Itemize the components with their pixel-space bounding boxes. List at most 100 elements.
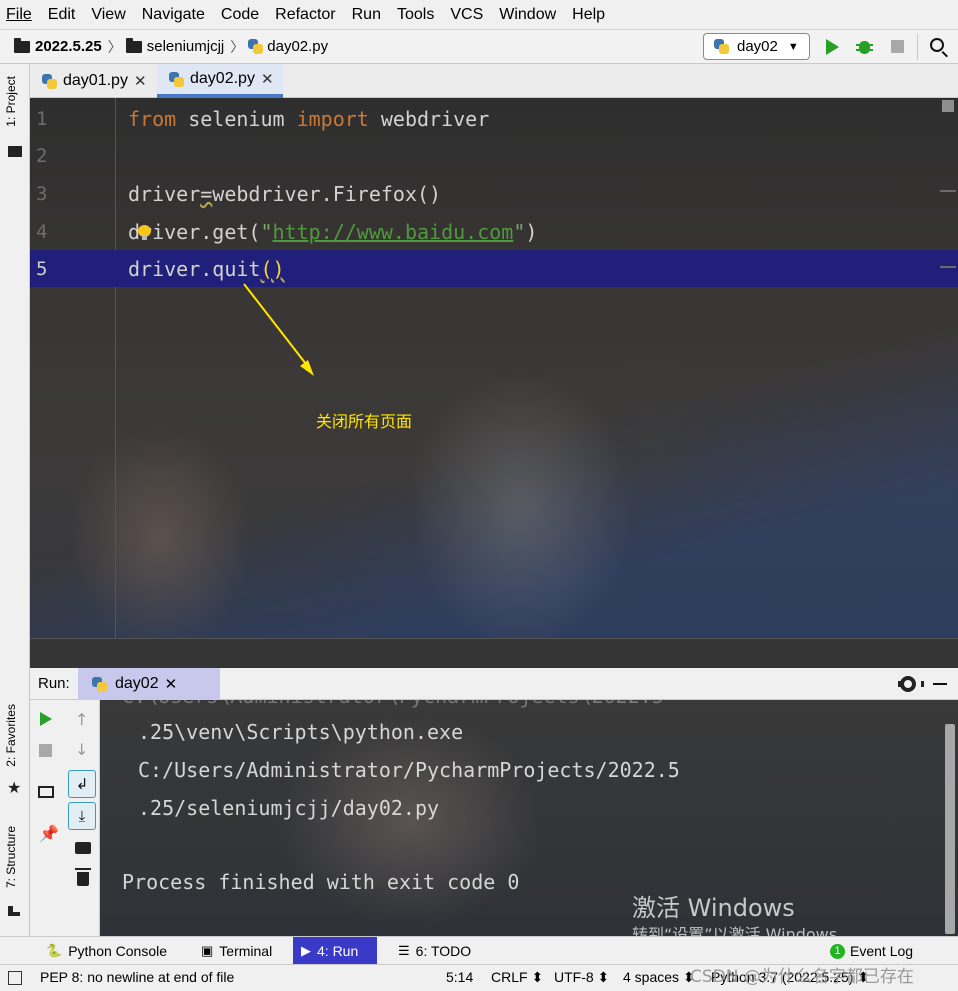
menu-view[interactable]: View [89, 6, 127, 24]
arrow-down-icon[interactable]: ↓ [75, 740, 88, 759]
status-message[interactable]: PEP 8: no newline at end of file [40, 969, 234, 985]
status-caret-position[interactable]: 5:14 [446, 969, 473, 985]
status-line-separator[interactable]: CRLF ⬍ [491, 969, 543, 986]
menu-window[interactable]: Window [497, 6, 558, 24]
minimize-icon[interactable] [933, 683, 947, 685]
toggle-tool-windows-icon[interactable] [8, 971, 22, 985]
tool-tab-structure-label: 7: Structure [4, 826, 18, 889]
terminal-icon: ▣ [201, 943, 214, 958]
tool-tab-label: Event Log [850, 943, 914, 959]
close-icon[interactable]: ✕ [134, 72, 147, 90]
navigation-bar: 2022.5.25 〉 seleniumjcjj 〉 day02.py day0… [0, 30, 958, 64]
menu-bar: File Edit View Navigate Code Refactor Ru… [0, 0, 958, 30]
tool-tab-project[interactable]: 1: Project [4, 76, 18, 127]
gear-icon[interactable] [898, 676, 924, 692]
menu-edit[interactable]: Edit [46, 6, 78, 24]
tool-tab-label: 4: Run [317, 943, 359, 959]
tool-tab-structure[interactable]: 7: Structure [4, 826, 18, 888]
output-line: .25\venv\Scripts\python.exe [138, 720, 464, 744]
editor-tab-label: day02.py [190, 70, 255, 87]
toolbar-divider [917, 34, 918, 60]
breadcrumb: 2022.5.25 〉 seleniumjcjj 〉 day02.py [14, 37, 328, 57]
stop-icon[interactable] [39, 744, 52, 757]
event-count-badge: 1 [830, 943, 845, 959]
stop-icon[interactable] [891, 40, 904, 53]
panel-splitter[interactable] [30, 638, 958, 668]
tool-tab-project-label: 1: Project [4, 76, 18, 127]
breadcrumb-folder[interactable]: seleniumjcjj [147, 38, 225, 55]
menu-file[interactable]: File [4, 6, 34, 24]
output-exit-line: Process finished with exit code 0 [122, 870, 520, 894]
editor-tab-bar: day01.py ✕ day02.py ✕ [30, 64, 958, 98]
run-tab-label: day02 [115, 675, 159, 692]
run-output-panel[interactable]: ↑ ↓ ↲ ⤓ 📌 C:\Users\Administrator\Pycharm… [30, 700, 958, 936]
output-scrollbar[interactable] [945, 724, 955, 934]
python-file-icon [169, 71, 184, 87]
menu-run[interactable]: Run [350, 6, 383, 24]
run-icon: ▶ [301, 943, 311, 958]
output-line: C:\Users\Administrator\PycharmProjects\2… [122, 700, 664, 708]
run-panel-label: Run: [38, 675, 70, 692]
menu-code[interactable]: Code [219, 6, 261, 24]
folder-icon [8, 146, 22, 157]
close-icon[interactable]: ✕ [261, 70, 274, 88]
debug-bug-body [859, 41, 870, 54]
menu-vcs[interactable]: VCS [448, 6, 485, 24]
status-indent[interactable]: 4 spaces ⬍ [623, 969, 695, 986]
annotation-text: 关闭所有页面 [316, 412, 413, 431]
menu-navigate[interactable]: Navigate [140, 6, 207, 24]
csdn-watermark: CSDN @为什么名字都已存在 [690, 967, 914, 987]
run-panel-header: Run: day02 ✕ [30, 668, 958, 700]
arrow-head [300, 360, 314, 376]
tool-tab-favorites-label: 2: Favorites [4, 704, 18, 767]
arrow-up-icon[interactable]: ↑ [75, 710, 88, 729]
menu-file-label: File [6, 5, 32, 23]
editor-tab-day01[interactable]: day01.py ✕ [30, 64, 155, 98]
debug-bug-leg [856, 49, 873, 51]
tool-tab-run[interactable]: ▶ 4: Run [293, 937, 377, 965]
bottom-tool-strip: 🐍 Python Console ▣ Terminal ▶ 4: Run ☰ 6… [0, 936, 958, 965]
tool-tab-favorites[interactable]: 2: Favorites [4, 704, 18, 767]
python-file-icon [248, 39, 264, 54]
tool-tab-event-log[interactable]: 1 Event Log [822, 937, 921, 965]
python-file-icon [42, 73, 57, 89]
run-toolbar: ↑ ↓ ↲ ⤓ 📌 [30, 700, 100, 936]
breadcrumb-file[interactable]: day02.py [267, 38, 328, 55]
editor-tab-label: day01.py [63, 72, 128, 89]
run-tab-day02[interactable]: day02 ✕ [78, 668, 220, 700]
editor-tab-day02[interactable]: day02.py ✕ [157, 64, 283, 98]
tool-tab-terminal[interactable]: ▣ Terminal [193, 937, 280, 965]
search-icon[interactable] [930, 38, 944, 52]
tool-tab-label: Python Console [68, 943, 168, 959]
tool-tab-label: 6: TODO [415, 943, 472, 959]
menu-refactor[interactable]: Refactor [273, 6, 337, 24]
close-icon[interactable]: ✕ [165, 675, 178, 693]
annotation-arrow [243, 283, 314, 376]
breadcrumb-project[interactable]: 2022.5.25 [35, 38, 102, 55]
status-encoding[interactable]: UTF-8 ⬍ [554, 969, 609, 986]
output-line: .25/seleniumjcjj/day02.py [138, 796, 440, 820]
chevron-right-icon: 〉 [107, 38, 122, 55]
python-console-icon: 🐍 [46, 943, 63, 958]
trash-icon[interactable] [75, 868, 91, 886]
pin-icon[interactable]: 📌 [39, 824, 59, 843]
output-line: C:/Users/Administrator/PycharmProjects/2… [138, 758, 680, 782]
star-icon: ★ [7, 778, 22, 797]
code-editor[interactable]: 1 from selenium import webdriver 2 3 dri… [30, 98, 958, 638]
layout-icon[interactable] [38, 786, 54, 798]
print-icon[interactable] [75, 842, 91, 854]
soft-wrap-icon[interactable]: ↲ [68, 770, 96, 798]
run-configuration-label: day02 [737, 38, 778, 55]
run-configuration-select[interactable]: day02 ▼ [703, 33, 810, 60]
rerun-icon[interactable] [40, 712, 52, 726]
menu-tools[interactable]: Tools [395, 6, 436, 24]
menu-help[interactable]: Help [570, 6, 607, 24]
run-icon[interactable] [826, 39, 839, 55]
structure-icon [8, 906, 20, 916]
tool-tab-python-console[interactable]: 🐍 Python Console [38, 937, 175, 965]
debug-icon[interactable] [856, 38, 873, 55]
debug-bug-leg [856, 44, 873, 46]
activation-watermark-title: 激活 Windows [632, 894, 795, 922]
tool-tab-todo[interactable]: ☰ 6: TODO [390, 937, 479, 965]
scroll-to-end-icon[interactable]: ⤓ [68, 802, 96, 830]
